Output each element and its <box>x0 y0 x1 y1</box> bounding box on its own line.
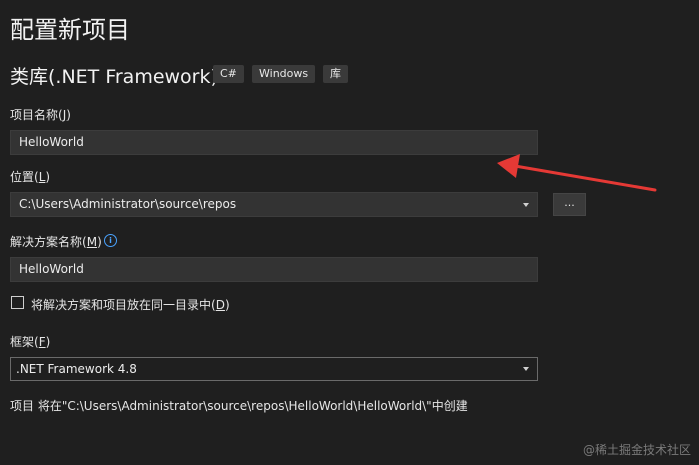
annotation-arrow-icon <box>497 154 657 192</box>
